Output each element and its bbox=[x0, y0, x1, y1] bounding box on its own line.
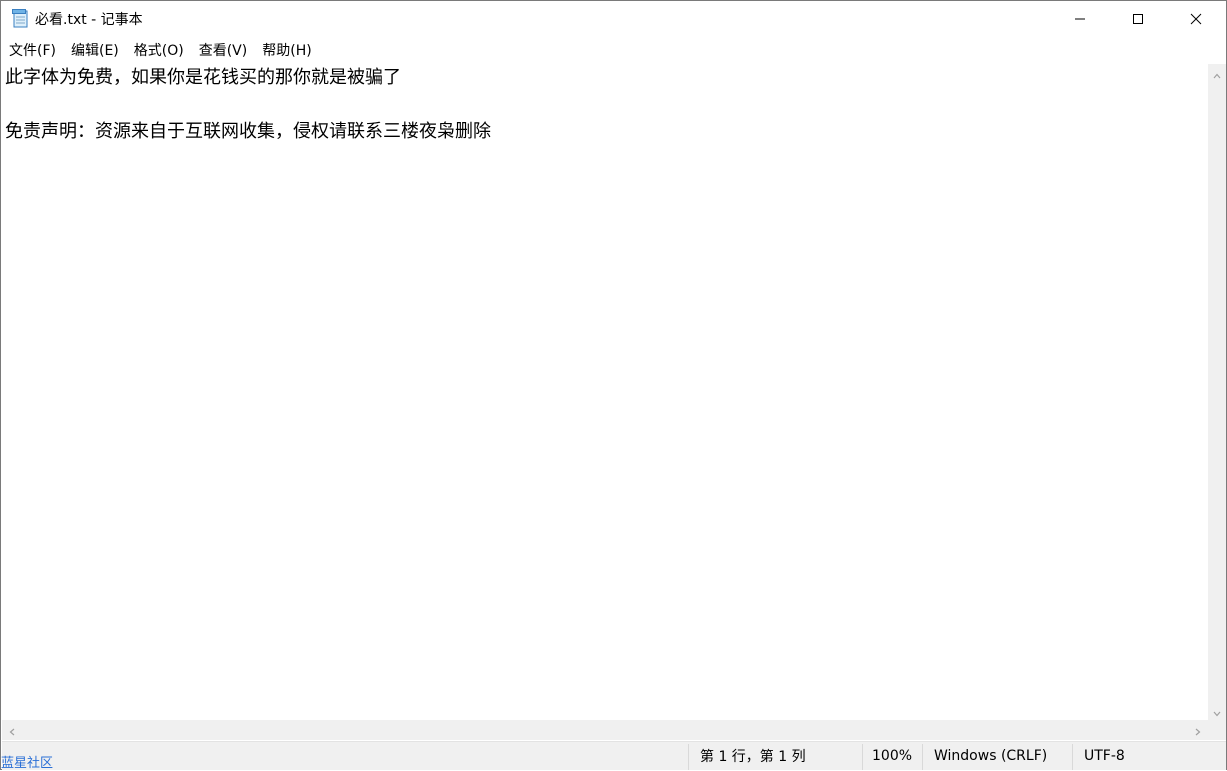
status-bar: 第 1 行，第 1 列 100% Windows (CRLF) UTF-8 bbox=[2, 741, 1226, 770]
minimize-icon bbox=[1074, 10, 1086, 29]
menu-view[interactable]: 查看(V) bbox=[192, 41, 255, 61]
horizontal-scrollbar[interactable] bbox=[2, 720, 1208, 740]
status-encoding: UTF-8 bbox=[1084, 748, 1125, 764]
notepad-window: 必看.txt - 记事本 文件(F) 编辑(E) 格式(O) 查看(V) 帮助(… bbox=[0, 0, 1227, 771]
maximize-button[interactable] bbox=[1109, 1, 1167, 38]
scroll-right-button[interactable] bbox=[1188, 720, 1208, 740]
menu-help[interactable]: 帮助(H) bbox=[255, 41, 318, 61]
status-cursor-position: 第 1 行，第 1 列 bbox=[700, 749, 806, 765]
minimize-button[interactable] bbox=[1051, 1, 1109, 38]
chevron-right-icon bbox=[1195, 721, 1201, 740]
close-icon bbox=[1190, 10, 1202, 29]
vertical-scrollbar[interactable] bbox=[1208, 64, 1226, 720]
chevron-down-icon bbox=[1213, 702, 1221, 721]
maximize-icon bbox=[1132, 10, 1144, 29]
editor-line: 此字体为免费，如果你是花钱买的那你就是被骗了 bbox=[5, 67, 401, 88]
text-editor[interactable]: 此字体为免费，如果你是花钱买的那你就是被骗了 免责声明：资源来自于互联网收集，侵… bbox=[2, 64, 1208, 720]
menu-file[interactable]: 文件(F) bbox=[1, 41, 63, 61]
status-zoom: 100% bbox=[872, 748, 913, 764]
window-title: 必看.txt - 记事本 bbox=[35, 12, 143, 28]
menu-edit[interactable]: 编辑(E) bbox=[64, 41, 126, 61]
chevron-left-icon bbox=[9, 721, 15, 740]
menu-bar: 文件(F) 编辑(E) 格式(O) 查看(V) 帮助(H) bbox=[1, 39, 1226, 63]
close-button[interactable] bbox=[1167, 1, 1225, 38]
menu-format[interactable]: 格式(O) bbox=[127, 41, 191, 61]
notepad-icon bbox=[12, 9, 30, 29]
scroll-down-button[interactable] bbox=[1208, 702, 1226, 720]
scrollbar-corner bbox=[1208, 720, 1226, 740]
scroll-up-button[interactable] bbox=[1208, 64, 1226, 82]
chevron-up-icon bbox=[1213, 64, 1221, 83]
title-bar[interactable]: 必看.txt - 记事本 bbox=[1, 1, 1226, 38]
status-line-ending: Windows (CRLF) bbox=[934, 748, 1048, 764]
watermark: 蓝星社区 bbox=[1, 756, 54, 771]
editor-line: 免责声明：资源来自于互联网收集，侵权请联系三楼夜枭删除 bbox=[5, 121, 491, 142]
scroll-left-button[interactable] bbox=[2, 720, 22, 740]
